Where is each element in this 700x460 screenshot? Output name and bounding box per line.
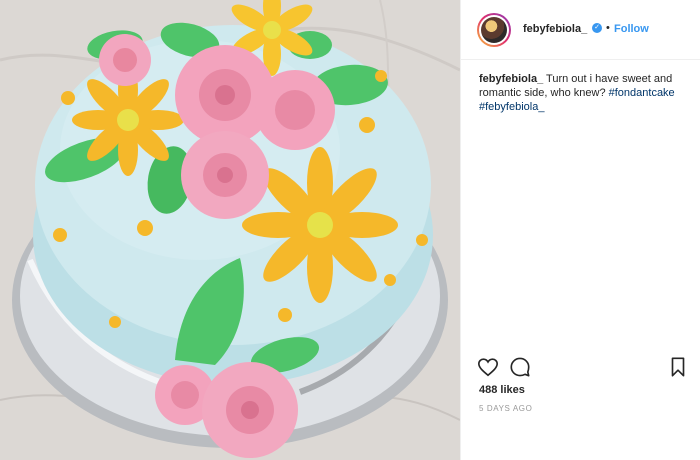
bookmark-icon[interactable] <box>667 356 689 378</box>
verified-badge-icon: ✓ <box>592 23 602 33</box>
separator-dot: • <box>606 22 610 34</box>
post-header: febyfebiola_ ✓ • Follow <box>461 0 700 60</box>
follow-button[interactable]: Follow <box>614 23 649 35</box>
instagram-post: febyfebiola_ ✓ • Follow febyfebiola_ Tur… <box>0 0 700 460</box>
avatar-image <box>481 17 507 43</box>
caption-username[interactable]: febyfebiola_ <box>479 73 543 85</box>
action-bar <box>461 352 700 382</box>
post-caption: febyfebiola_ Turn out i have sweet and r… <box>479 72 689 114</box>
post-sidebar: febyfebiola_ ✓ • Follow febyfebiola_ Tur… <box>460 0 700 460</box>
likes-count[interactable]: 488 likes <box>479 384 525 396</box>
cake-photo-illustration <box>0 0 460 460</box>
comments-area <box>461 140 700 345</box>
hashtag-fondantcake[interactable]: #fondantcake <box>609 87 675 99</box>
post-photo[interactable] <box>0 0 460 460</box>
post-timestamp[interactable]: 5 DAYS AGO <box>479 404 532 413</box>
comment-icon[interactable] <box>509 356 531 378</box>
avatar[interactable] <box>477 13 511 47</box>
heart-icon[interactable] <box>477 356 499 378</box>
username[interactable]: febyfebiola_ <box>523 23 587 35</box>
hashtag-febyfebiola[interactable]: #febyfebiola_ <box>479 101 544 113</box>
